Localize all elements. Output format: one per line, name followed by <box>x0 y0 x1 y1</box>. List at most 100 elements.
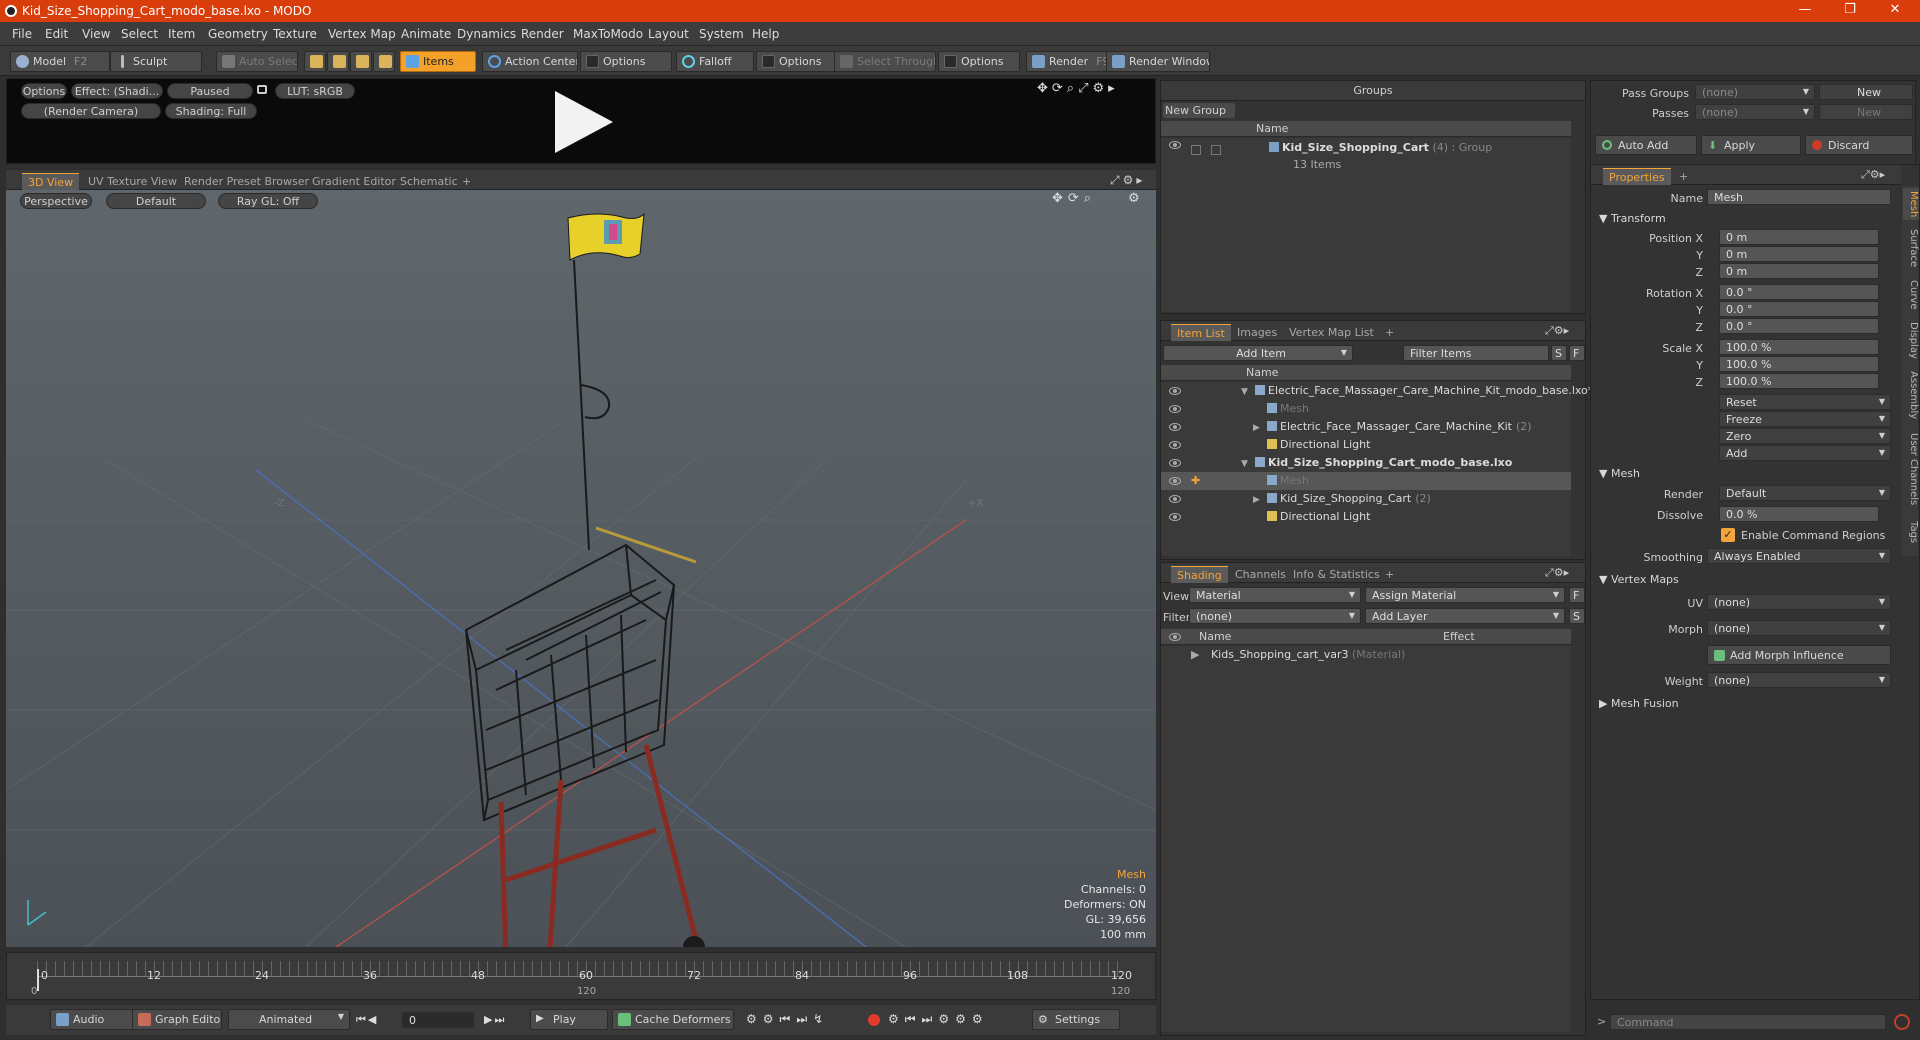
expand-arrow-icon[interactable]: ▶ <box>1253 495 1267 505</box>
side-tab-assembly[interactable]: Assembly <box>1903 370 1919 420</box>
expand-arrow-icon[interactable]: ▼ <box>1241 387 1255 397</box>
sculpt-mode-button[interactable]: Sculpt <box>110 51 202 72</box>
filter-dropdown[interactable]: (none) <box>1189 608 1361 624</box>
shading-f-button[interactable]: F <box>1569 587 1585 603</box>
menu-system[interactable]: System <box>699 27 744 41</box>
timeline[interactable]: 0 12 24 36 48 60 72 84 96 108 120 0 120 … <box>6 952 1156 1000</box>
render-button[interactable]: RenderF9 <box>1026 51 1108 72</box>
group-row[interactable]: Kid_Size_Shopping_Cart (4) : Group <box>1269 141 1492 159</box>
add-tab-button[interactable]: + <box>1673 168 1694 185</box>
passes-dropdown[interactable]: (none) <box>1695 104 1815 120</box>
visibility-eye-icon[interactable] <box>1169 633 1181 641</box>
panel-controls-icon[interactable]: ⤢⚙▸ <box>1545 566 1569 580</box>
smoothing-dropdown[interactable]: Always Enabled <box>1707 548 1891 564</box>
add-item-dropdown[interactable]: Add Item <box>1163 345 1353 361</box>
reset-dropdown[interactable]: Reset <box>1719 394 1891 410</box>
freeze-dropdown[interactable]: Freeze <box>1719 411 1891 427</box>
item-list-row[interactable]: ▶ Electric_Face_Massager_Care_Machine_Kit… <box>1161 418 1571 436</box>
item-list-row[interactable]: ▼ Kid_Size_Shopping_Cart_modo_base.lxo <box>1161 454 1571 472</box>
zero-dropdown[interactable]: Zero <box>1719 428 1891 444</box>
enable-command-regions-checkbox[interactable]: ✓ <box>1721 528 1735 542</box>
side-tab-user-channels[interactable]: User Channels <box>1903 428 1919 510</box>
pass-groups-dropdown[interactable]: (none) <box>1695 84 1815 100</box>
side-tab-mesh[interactable]: Mesh <box>1903 188 1919 220</box>
mesh-section[interactable]: ▼ Mesh <box>1599 467 1640 480</box>
menu-animate[interactable]: Animate <box>401 27 451 41</box>
visibility-eye-icon[interactable] <box>1169 459 1181 467</box>
menu-render[interactable]: Render <box>521 27 564 41</box>
menu-layout[interactable]: Layout <box>648 27 689 41</box>
side-tab-display[interactable]: Display <box>1903 318 1919 362</box>
preview-nav-icons[interactable]: ✥⟳⌕⤢⚙▸ <box>1037 81 1119 96</box>
frame-input[interactable]: 0 <box>402 1012 474 1028</box>
mesh-fusion-section[interactable]: ▶ Mesh Fusion <box>1599 697 1679 710</box>
filter-items-input[interactable]: Filter Items <box>1403 345 1549 361</box>
settings-button[interactable]: ⚙ Settings <box>1032 1009 1120 1030</box>
tab-schematic[interactable]: Schematic <box>394 173 464 190</box>
menu-maxtomodo[interactable]: MaxToModo <box>573 27 643 41</box>
raygl-dropdown[interactable]: Ray GL: Off <box>218 193 318 209</box>
visibility-eye-icon[interactable] <box>1169 477 1181 485</box>
expand-arrow-icon[interactable]: ▶ <box>1253 423 1267 433</box>
side-tab-curve[interactable]: Curve <box>1903 278 1919 312</box>
position-y-field[interactable]: 0 m <box>1719 246 1879 262</box>
expand-arrow-icon[interactable]: ▶ <box>1191 648 1199 661</box>
graph-editor-button[interactable]: Graph Editor <box>132 1009 222 1030</box>
cache-deformers-button[interactable]: Cache Deformers <box>612 1009 734 1030</box>
transform-section[interactable]: ▼ Transform <box>1599 212 1666 225</box>
perspective-dropdown[interactable]: Perspective <box>20 193 92 209</box>
materials-mode-button[interactable] <box>373 51 395 72</box>
close-button[interactable]: ✕ <box>1880 2 1910 17</box>
uv-dropdown[interactable]: (none) <box>1707 594 1891 610</box>
lock-toggle-icon[interactable] <box>1191 145 1201 155</box>
side-tab-surface[interactable]: Surface <box>1903 226 1919 270</box>
item-list-row[interactable]: ✚ Mesh <box>1161 472 1571 490</box>
view-dropdown[interactable]: Material <box>1189 587 1361 603</box>
key-tools-icons[interactable]: ⚙⚙⏮⏭↯ <box>746 1012 829 1027</box>
jump-end-icon[interactable]: ▶⏭ <box>484 1013 506 1027</box>
preview-paused-button[interactable]: Paused <box>167 83 253 99</box>
model-mode-button[interactable]: Model F2 <box>10 51 110 72</box>
menu-select[interactable]: Select <box>121 27 158 41</box>
default-style-dropdown[interactable]: Default <box>106 193 206 209</box>
viewport-gear-icon[interactable]: ⚙ <box>1128 191 1140 206</box>
item-list-row[interactable]: ▼ Electric_Face_Massager_Care_Machine_Kit… <box>1161 382 1593 400</box>
minimize-button[interactable]: — <box>1790 2 1820 17</box>
tab-uv-texture-view[interactable]: UV Texture View <box>82 173 183 190</box>
item-list-row[interactable]: Mesh <box>1161 400 1571 418</box>
action-center-button[interactable]: Action Center <box>482 51 578 72</box>
jump-start-icon[interactable]: ⏮◀ <box>356 1013 378 1027</box>
menu-texture[interactable]: Texture <box>273 27 317 41</box>
items-mode-button[interactable]: Items <box>400 51 476 72</box>
tab-images[interactable]: Images <box>1231 324 1283 341</box>
rotation-x-field[interactable]: 0.0 ° <box>1719 284 1879 300</box>
panel-controls-icon[interactable]: ⤢⚙▸ <box>1545 324 1569 338</box>
visibility-eye-icon[interactable] <box>1169 513 1181 521</box>
shading-s-button[interactable]: S <box>1569 608 1585 624</box>
menu-dynamics[interactable]: Dynamics <box>457 27 516 41</box>
render-dropdown[interactable]: Default <box>1719 485 1891 501</box>
3d-viewport[interactable]: Perspective Default Ray GL: Off ✥⟳⌕ ⚙ -Z… <box>6 190 1156 947</box>
filter-s-button[interactable]: S <box>1551 345 1567 361</box>
play-preview-icon[interactable] <box>547 87 617 157</box>
menu-view[interactable]: View <box>82 27 110 41</box>
visibility-eye-icon[interactable] <box>1169 423 1181 431</box>
record-icon[interactable] <box>868 1014 880 1026</box>
visibility-eye-icon[interactable] <box>1169 405 1181 413</box>
apply-button[interactable]: ⬇ Apply <box>1701 135 1801 155</box>
render-camera-dropdown[interactable]: (Render Camera) <box>21 103 161 119</box>
command-input[interactable]: Command <box>1610 1014 1886 1030</box>
lut-dropdown[interactable]: LUT: sRGB <box>275 83 355 99</box>
scale-y-field[interactable]: 100.0 % <box>1719 356 1879 372</box>
select-through-button[interactable]: Select Through <box>834 51 936 72</box>
viewport-tab-controls-icon[interactable]: ⤢⚙▸ <box>1110 173 1145 188</box>
menu-file[interactable]: File <box>12 27 32 41</box>
key-nav-icons[interactable]: ⚙⏮⏭⚙⚙⚙ <box>888 1012 989 1027</box>
auto-add-button[interactable]: Auto Add <box>1595 135 1697 155</box>
preview-effect-dropdown[interactable]: Effect: (Shadi... <box>71 83 163 99</box>
item-list-row[interactable]: Directional Light <box>1161 508 1571 526</box>
restore-button[interactable]: ❐ <box>1835 2 1865 17</box>
panel-controls-icon[interactable]: ⤢⚙▸ <box>1861 168 1885 182</box>
lock-icon[interactable] <box>257 85 267 94</box>
item-list-row[interactable]: ▶ Kid_Size_Shopping_Cart (2) <box>1161 490 1571 508</box>
